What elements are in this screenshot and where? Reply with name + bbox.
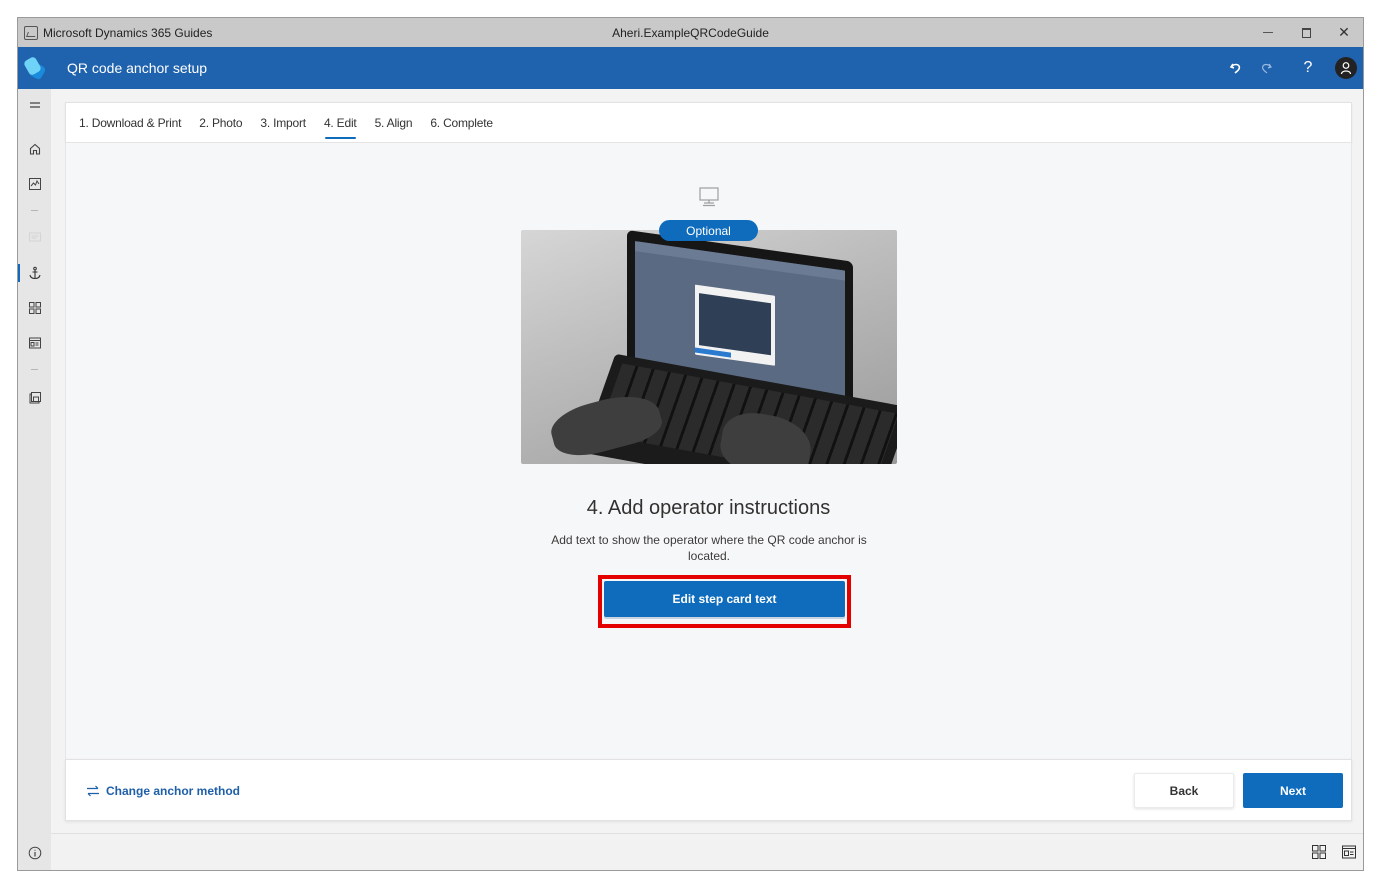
- nav-step: [18, 225, 51, 249]
- undo-button[interactable]: [1223, 55, 1249, 81]
- minimize-icon: [1263, 32, 1273, 33]
- undo-icon: [1229, 63, 1241, 74]
- app-header: QR code anchor setup ?: [18, 47, 1363, 89]
- guides-logo: [18, 47, 51, 89]
- account-button[interactable]: [1335, 57, 1357, 79]
- next-button[interactable]: Next: [1243, 773, 1343, 808]
- maximize-icon: [1301, 27, 1311, 38]
- app-window: Microsoft Dynamics 365 Guides Aheri.Exam…: [17, 17, 1364, 871]
- home-icon: [29, 143, 40, 155]
- illustration-image: [521, 230, 897, 464]
- nav-analytics[interactable]: [18, 172, 51, 196]
- nav-anchor[interactable]: [18, 261, 51, 285]
- nav-save[interactable]: [18, 386, 51, 410]
- step-content: Optional 4. Add operator instructions Ad…: [65, 142, 1352, 759]
- outline-view-button[interactable]: [1311, 844, 1327, 860]
- nav-outline[interactable]: [18, 296, 51, 320]
- minimize-button[interactable]: [1249, 18, 1287, 47]
- nav-separator: [31, 210, 38, 211]
- change-anchor-method-link[interactable]: Change anchor method: [86, 784, 240, 798]
- layout-icon: [28, 337, 41, 349]
- card-view-icon: [1342, 845, 1356, 859]
- close-icon: ✕: [1338, 24, 1350, 40]
- grid-icon: [28, 302, 41, 314]
- wizard-footer: Change anchor method Back Next: [65, 759, 1352, 821]
- nav-home[interactable]: [18, 137, 51, 161]
- card-view-button[interactable]: [1341, 844, 1357, 860]
- nav-layout[interactable]: [18, 331, 51, 355]
- status-bar: [51, 833, 1363, 870]
- tab-download-print[interactable]: 1. Download & Print: [79, 103, 181, 143]
- app-name: Microsoft Dynamics 365 Guides: [43, 25, 213, 40]
- outline-view-icon: [1312, 845, 1326, 859]
- tab-complete[interactable]: 6. Complete: [430, 103, 493, 143]
- chart-icon: [28, 178, 41, 190]
- back-button[interactable]: Back: [1134, 773, 1234, 808]
- step-heading: 4. Add operator instructions: [586, 497, 831, 519]
- nav-menu[interactable]: [18, 93, 51, 117]
- page-title: QR code anchor setup: [67, 60, 208, 76]
- title-bar: Microsoft Dynamics 365 Guides Aheri.Exam…: [18, 18, 1363, 47]
- document-title: Aheri.ExampleQRCodeGuide: [612, 25, 769, 40]
- change-anchor-method-label: Change anchor method: [106, 784, 241, 798]
- help-button[interactable]: ?: [1295, 55, 1321, 81]
- monitor-icon: [699, 187, 719, 207]
- edit-step-card-text-button[interactable]: Edit step card text: [604, 581, 845, 617]
- save-icon: [29, 392, 41, 404]
- step-description: Add text to show the operator where the …: [551, 533, 867, 563]
- tab-photo[interactable]: 2. Photo: [199, 103, 242, 143]
- left-navigation: [18, 89, 51, 870]
- info-icon: [28, 846, 41, 859]
- close-button[interactable]: ✕: [1325, 18, 1363, 47]
- hamburger-icon: [29, 102, 40, 108]
- tab-import[interactable]: 3. Import: [260, 103, 306, 143]
- optional-badge: Optional: [659, 220, 758, 241]
- anchor-icon: [28, 266, 41, 280]
- tab-align[interactable]: 5. Align: [375, 103, 413, 143]
- maximize-button[interactable]: [1287, 18, 1325, 47]
- swap-icon: [87, 785, 99, 797]
- nav-separator: [31, 369, 38, 370]
- card-icon: [28, 232, 41, 242]
- redo-icon: [1262, 63, 1272, 74]
- redo-button[interactable]: [1253, 55, 1279, 81]
- tab-edit[interactable]: 4. Edit: [324, 103, 357, 143]
- app-icon: [24, 25, 38, 40]
- info-button[interactable]: [18, 833, 51, 870]
- person-icon: [1340, 62, 1352, 75]
- help-icon: ?: [1303, 59, 1313, 76]
- wizard-tabs: 1. Download & Print 2. Photo 3. Import 4. E…: [65, 102, 1352, 142]
